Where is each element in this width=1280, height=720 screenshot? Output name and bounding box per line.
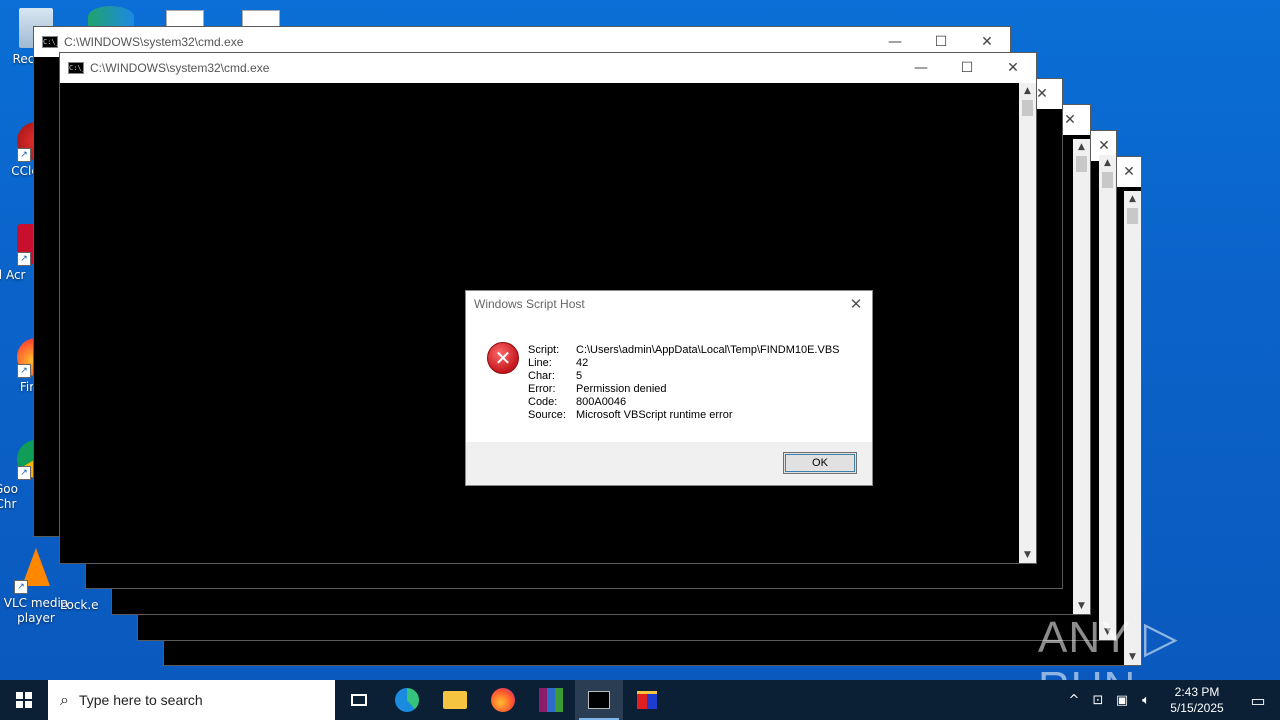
dialog-footer: OK xyxy=(466,442,872,485)
desktop-icon-label: Ad Acr xyxy=(0,268,26,282)
shortcut-arrow-icon: ↗ xyxy=(17,466,31,480)
edge-desktop-icon[interactable] xyxy=(88,6,134,28)
scroll-up-arrow-icon[interactable]: ▲ xyxy=(1019,83,1036,99)
scroll-thumb[interactable] xyxy=(1127,208,1138,224)
notification-icon[interactable]: ▭ xyxy=(1236,680,1280,720)
window-title: C:\WINDOWS\system32\cmd.exe xyxy=(64,35,244,49)
chevron-up-icon[interactable]: ^ xyxy=(1062,680,1086,720)
scroll-down-arrow-icon[interactable]: ▼ xyxy=(1019,547,1036,563)
shortcut-arrow-icon: ↗ xyxy=(14,580,28,594)
error-row-char: Char: 5 xyxy=(528,370,840,383)
error-value: 5 xyxy=(576,370,583,382)
error-value: Permission denied xyxy=(576,383,667,395)
cmd-app-icon: C:\_ xyxy=(68,62,86,74)
cmd-titlebar[interactable]: C:\_ C:\WINDOWS\system32\cmd.exe — ☐ ✕ xyxy=(60,53,1036,83)
network-icon[interactable]: ▣ xyxy=(1110,680,1134,720)
ok-button[interactable]: OK xyxy=(783,452,857,474)
maximize-icon[interactable]: ☐ xyxy=(944,53,990,83)
search-box[interactable]: ⌕ Type here to search xyxy=(48,680,335,720)
dialog-title: Windows Script Host xyxy=(474,297,585,311)
watermark: ANY ▷ RUN xyxy=(1038,613,1179,680)
shortcut-arrow-icon: ↗ xyxy=(17,252,31,266)
scrollbar[interactable]: ▲ ▼ xyxy=(1073,139,1090,614)
task-view-button[interactable] xyxy=(335,680,383,720)
error-row-error: Error: Permission denied xyxy=(528,383,840,396)
volume-icon[interactable]: 🔈︎ xyxy=(1134,680,1158,720)
desktop-icon-label: Goo Chr xyxy=(0,482,18,511)
scroll-thumb[interactable] xyxy=(1102,172,1113,188)
clock[interactable]: 2:43 PM 5/15/2025 xyxy=(1158,684,1236,716)
search-input[interactable]: Type here to search xyxy=(79,692,203,708)
scroll-up-arrow-icon[interactable]: ▲ xyxy=(1073,139,1090,155)
winrar-icon xyxy=(539,688,563,712)
desktop: Recy ↗ CCle ↗ Ad Acr ↗ Fir ↗ Goo Chr ↗ V… xyxy=(0,0,1280,680)
error-value: 800A0046 xyxy=(576,396,627,408)
error-row-source: Source: Microsoft VBScript runtime error xyxy=(528,409,840,422)
scrollbar[interactable]: ▲ ▼ xyxy=(1019,83,1036,563)
app-icon xyxy=(637,691,657,709)
close-icon[interactable]: ✕ xyxy=(846,294,866,314)
taskbar: ⌕ Type here to search ^ ⊡ ▣ 🔈︎ 2:43 PM 5… xyxy=(0,680,1280,720)
taskbar-firefox[interactable] xyxy=(479,680,527,720)
firefox-icon xyxy=(491,688,515,712)
error-key: Script: xyxy=(528,344,560,356)
taskbar-cmd[interactable] xyxy=(575,680,623,720)
error-value: C:\Users\admin\AppData\Local\Temp\FINDM1… xyxy=(576,344,840,356)
scrollbar[interactable]: ▲ ▼ xyxy=(1099,155,1116,640)
error-row-script: Script: C:\Users\admin\AppData\Local\Temp… xyxy=(528,344,840,357)
error-key: Error: xyxy=(528,383,556,395)
taskbar-winrar[interactable] xyxy=(527,680,575,720)
error-key: Char: xyxy=(528,370,555,382)
scroll-thumb[interactable] xyxy=(1022,100,1033,116)
close-icon[interactable]: ✕ xyxy=(990,53,1036,83)
vlc-icon: ↗ xyxy=(14,548,58,594)
cmd-app-icon: C:\_ xyxy=(42,36,60,48)
clock-date: 5/15/2025 xyxy=(1170,701,1224,715)
error-value: Microsoft VBScript runtime error xyxy=(576,409,733,421)
error-key: Line: xyxy=(528,357,552,369)
close-icon[interactable]: ✕ xyxy=(1117,157,1141,187)
shortcut-arrow-icon: ↗ xyxy=(17,364,31,378)
folder-icon xyxy=(443,691,467,709)
error-row-line: Line: 42 xyxy=(528,357,840,370)
windows-logo-icon xyxy=(16,692,32,708)
system-tray: ^ ⊡ ▣ 🔈︎ 2:43 PM 5/15/2025 ▭ xyxy=(1062,680,1280,720)
error-row-code: Code: 800A0046 xyxy=(528,396,840,409)
minimize-icon[interactable]: — xyxy=(898,53,944,83)
start-button[interactable] xyxy=(0,680,48,720)
scroll-thumb[interactable] xyxy=(1076,156,1087,172)
error-key: Code: xyxy=(528,396,558,408)
cmd-icon xyxy=(588,691,610,709)
error-value: 42 xyxy=(576,357,589,369)
error-key: Source: xyxy=(528,409,566,421)
taskbar-edge[interactable] xyxy=(383,680,431,720)
edge-icon xyxy=(395,688,419,712)
search-icon: ⌕ xyxy=(60,690,69,709)
scroll-up-arrow-icon[interactable]: ▲ xyxy=(1124,191,1141,207)
taskbar-file-explorer[interactable] xyxy=(431,680,479,720)
error-dialog: Windows Script Host ✕ ✕ Script: C:\Users\… xyxy=(465,290,873,486)
task-view-icon xyxy=(351,694,367,706)
shortcut-arrow-icon: ↗ xyxy=(17,148,31,162)
scroll-up-arrow-icon[interactable]: ▲ xyxy=(1099,155,1116,171)
error-icon: ✕ xyxy=(487,342,519,374)
clock-time: 2:43 PM xyxy=(1174,685,1220,699)
error-details: Script: C:\Users\admin\AppData\Local\Temp… xyxy=(528,344,840,422)
network-device-icon[interactable]: ⊡ xyxy=(1086,680,1110,720)
window-title: C:\WINDOWS\system32\cmd.exe xyxy=(90,61,270,75)
taskbar-app[interactable] xyxy=(623,680,671,720)
scrollbar[interactable]: ▲ ▼ xyxy=(1124,191,1141,665)
